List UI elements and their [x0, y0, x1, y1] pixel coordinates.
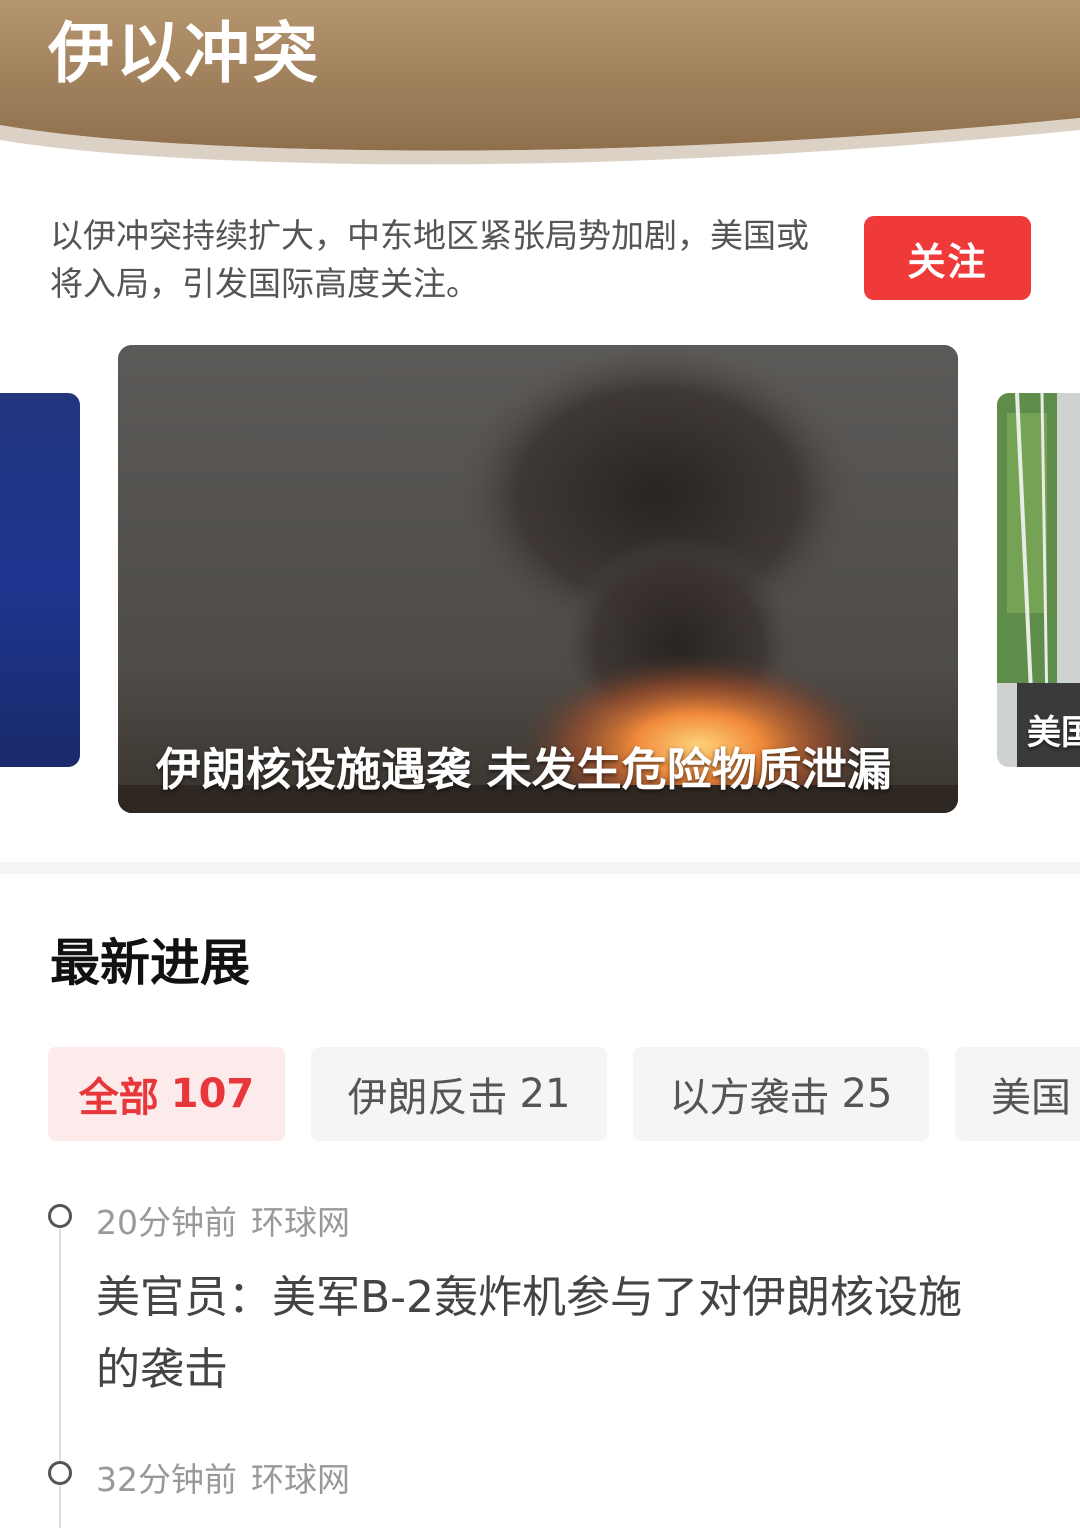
news-time: 32分钟前: [96, 1460, 237, 1499]
timeline-dot: [48, 1204, 72, 1228]
news-time: 20分钟前: [96, 1203, 237, 1242]
page-title: 伊以冲突: [48, 15, 320, 92]
section-title: 最新进展: [50, 934, 250, 992]
follow-button[interactable]: 关注: [864, 216, 1031, 300]
carousel-card-main[interactable]: 伊朗核设施遇袭 未发生危险物质泄漏: [118, 345, 958, 813]
carousel-next-caption: 美国: [1027, 713, 1080, 753]
tab-label: 伊朗反击: [347, 1075, 508, 1121]
tab-count: 107: [170, 1071, 255, 1117]
topic-description: 以伊冲突持续扩大，中东地区紧张局势加剧，美国或将入局，引发国际高度关注。: [50, 216, 809, 303]
tab-usa[interactable]: 美国: [955, 1047, 1080, 1141]
tab-iran-counterattack[interactable]: 伊朗反击 21: [311, 1047, 607, 1141]
carousel-caption: 伊朗核设施遇袭 未发生危险物质泄漏: [156, 743, 892, 796]
tab-label: 以方袭击: [669, 1075, 830, 1121]
timeline-dot: [48, 1461, 72, 1485]
section-divider: [0, 862, 1080, 874]
news-source: 环球网: [251, 1203, 350, 1242]
news-meta: 32分钟前 环球网: [96, 1453, 350, 1501]
tab-all[interactable]: 全部 107: [48, 1047, 285, 1141]
tab-count: 21: [519, 1071, 571, 1117]
news-meta: 20分钟前 环球网: [96, 1196, 350, 1244]
tab-label: 全部: [78, 1075, 159, 1121]
news-source: 环球网: [251, 1460, 350, 1499]
topic-page: 伊以冲突 以伊冲突持续扩大，中东地区紧张局势加剧，美国或将入局，引发国际高度关注…: [0, 0, 1080, 1528]
carousel-card-previous[interactable]: [0, 393, 80, 767]
news-title[interactable]: 美官员：美军B-2轰炸机参与了对伊朗核设施的袭击: [96, 1262, 996, 1406]
tab-label: 美国: [991, 1075, 1071, 1121]
header-banner: 伊以冲突: [0, 0, 1080, 175]
carousel-card-next[interactable]: 美国: [997, 393, 1080, 767]
tab-israel-attack[interactable]: 以方袭击 25: [633, 1047, 929, 1141]
tab-count: 25: [841, 1071, 893, 1117]
